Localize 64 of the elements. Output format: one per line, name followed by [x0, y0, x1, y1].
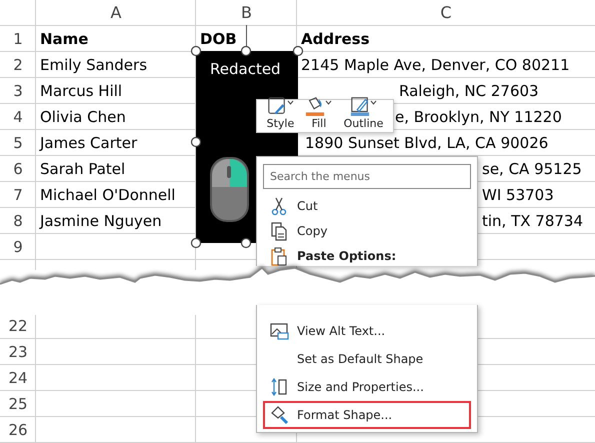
menu-item[interactable]: Copy [263, 218, 471, 243]
row-header[interactable]: 5 [0, 130, 36, 156]
row-header[interactable]: 3 [0, 78, 36, 104]
row-header[interactable]: 1 [0, 26, 36, 52]
rotation-line [246, 24, 247, 46]
toolbar-button[interactable]: Style [264, 96, 296, 130]
copy-icon [269, 220, 289, 240]
paint-bucket-icon [305, 96, 326, 116]
table-cell-text: e, Brooklyn, NY 11220 [394, 106, 562, 128]
row-header[interactable]: 2 [0, 52, 36, 78]
row-header[interactable]: 7 [0, 182, 36, 208]
table-cell-text: Name [39, 28, 88, 50]
resize-handle[interactable] [240, 238, 252, 248]
column-header[interactable]: C [297, 0, 595, 26]
toolbar-button[interactable]: Fill [303, 96, 334, 130]
resize-handle[interactable] [292, 46, 304, 56]
resize-handle[interactable] [190, 238, 202, 248]
row-header[interactable]: 4 [0, 104, 36, 130]
resize-handle[interactable] [190, 46, 202, 56]
row-header[interactable]: 24 [0, 365, 36, 391]
table-cell-text: DOB [199, 28, 237, 50]
table-cell-text: WI 53703 [481, 184, 554, 206]
row-header[interactable]: 22 [0, 313, 36, 339]
menu-section-header[interactable]: Paste Options: [263, 243, 471, 266]
row-header[interactable]: 26 [0, 417, 36, 443]
toolbar-button[interactable]: Outline [342, 96, 386, 130]
table-cell-text: Sarah Patel [39, 158, 126, 180]
row-header[interactable]: 23 [0, 339, 36, 365]
table-cell-text: James Carter [38, 132, 138, 154]
table-cell-text: Jasmine Nguyen [38, 210, 162, 232]
table-cell-text: Emily Sanders [39, 54, 148, 76]
menu-item[interactable]: View Alt Text... [263, 317, 471, 345]
menu-item[interactable]: Size and Properties... [263, 373, 471, 401]
row-header[interactable]: 8 [0, 208, 36, 234]
table-cell-text: Address [300, 28, 370, 50]
menu-item[interactable]: Format Shape... [263, 401, 471, 429]
table-cell-text: Olivia Chen [39, 106, 126, 128]
image-icon [269, 321, 289, 341]
mouse-icon [210, 157, 249, 222]
scissors-icon [269, 196, 289, 216]
menu-item[interactable]: Cut [263, 193, 471, 218]
table-cell-text: 2145 Maple Ave, Denver, CO 80211 [300, 54, 570, 76]
caret-icon [370, 100, 377, 105]
row-header[interactable]: 25 [0, 391, 36, 417]
caret-icon [286, 100, 294, 105]
table-cell-text: Raleigh, NC 27603 [398, 80, 539, 102]
table-cell-text: Michael O'Donnell [39, 184, 176, 206]
row-header[interactable]: 9 [0, 234, 36, 260]
column-header[interactable]: A [36, 0, 196, 26]
table-cell-text: 1890 Sunset Blvd, LA, CA 90026 [304, 132, 548, 154]
table-cell-text: se, CA 95125 [481, 158, 582, 180]
menu-item[interactable]: Set as Default Shape [263, 345, 471, 373]
paint-brush-icon [269, 405, 289, 425]
table-cell-text: Marcus Hill [39, 80, 122, 102]
resize-handle[interactable] [190, 136, 202, 148]
shape-text: Redacted [210, 59, 281, 80]
resize-handle[interactable] [240, 46, 252, 56]
table-cell-text: tin, TX 78734 [481, 210, 584, 232]
brush-icon [266, 96, 287, 116]
caret-icon [325, 100, 332, 105]
row-header[interactable]: 6 [0, 156, 36, 182]
search-field[interactable]: Search the menus [263, 164, 471, 189]
resize-icon [269, 377, 289, 397]
column-header[interactable]: B [196, 0, 297, 26]
